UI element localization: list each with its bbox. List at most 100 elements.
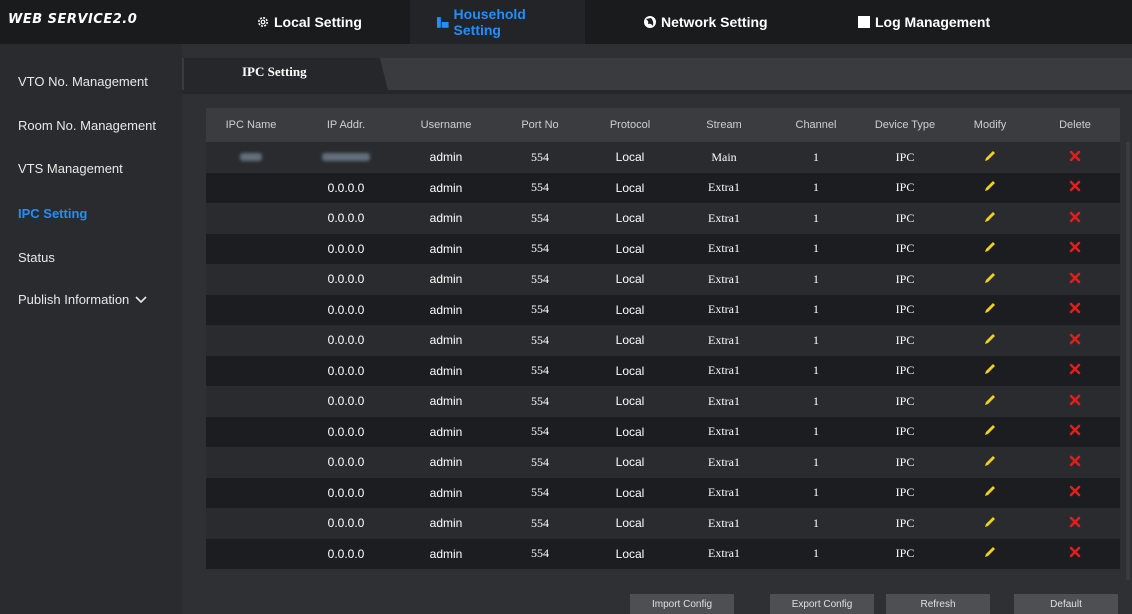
ip-cell: 0.0.0.0 — [327, 333, 365, 348]
column-header: Username — [420, 119, 472, 131]
table-row[interactable]: 0.0.0.0 admin 554 Local Extra1 1 IPC — [206, 508, 1120, 539]
protocol-cell: Local — [615, 302, 645, 317]
ip-cell: 0.0.0.0 — [327, 394, 365, 409]
pencil-icon[interactable] — [983, 179, 997, 193]
delete-x-icon[interactable] — [1068, 179, 1082, 193]
delete-x-icon[interactable] — [1068, 545, 1082, 559]
port-cell: 554 — [531, 393, 549, 408]
refresh-button[interactable]: Refresh — [886, 594, 990, 614]
ip-cell: 0.0.0.0 — [327, 485, 365, 500]
sidebar-item-label: IPC Setting — [18, 206, 88, 221]
column-header: IPC Name — [225, 119, 277, 131]
channel-cell: 1 — [813, 332, 819, 347]
pencil-icon[interactable] — [983, 240, 997, 254]
table-row[interactable]: 0.0.0.0 admin 554 Local Extra1 1 IPC — [206, 325, 1120, 356]
port-cell: 554 — [531, 332, 549, 347]
delete-x-icon[interactable] — [1068, 484, 1082, 498]
ipc-table-container: IPC Name IP Addr. Username Port No Proto… — [206, 108, 1131, 580]
delete-cell — [1030, 295, 1120, 326]
username-cell: admin — [429, 394, 463, 409]
pencil-icon[interactable] — [983, 332, 997, 346]
pencil-icon[interactable] — [983, 149, 997, 163]
sidebar-item-label: VTO No. Management — [18, 74, 148, 89]
table-row[interactable]: 0.0.0.0 admin 554 Local Extra1 1 IPC — [206, 416, 1120, 448]
globe-icon — [644, 16, 656, 28]
channel-cell: 1 — [813, 149, 819, 164]
top-navigation-bar: WEB SERVICE2.0 Local Setting Household S… — [0, 0, 1132, 44]
ipc-name-cell — [206, 356, 296, 387]
delete-x-icon[interactable] — [1068, 240, 1082, 254]
pencil-icon[interactable] — [983, 393, 997, 407]
stream-cell: Extra1 — [708, 271, 740, 286]
redacted-ipc-name — [240, 153, 262, 162]
delete-cell — [1030, 417, 1120, 448]
default-button[interactable]: Default — [1014, 594, 1118, 614]
export-config-button[interactable]: Export Config — [770, 594, 874, 614]
table-row[interactable]: 0.0.0.0 admin 554 Local Extra1 1 IPC — [206, 447, 1120, 478]
import-config-button[interactable]: Import Config — [630, 594, 734, 614]
username-cell: admin — [429, 150, 463, 165]
protocol-cell: Local — [615, 424, 645, 439]
table-row[interactable]: admin 554 Local Main 1 IPC — [206, 142, 1120, 173]
pencil-icon[interactable] — [983, 423, 997, 437]
ipc-name-cell — [206, 447, 296, 478]
username-cell: admin — [429, 211, 463, 226]
sidebar-item-ipc-setting[interactable]: IPC Setting — [18, 206, 87, 221]
ipc-name-cell — [206, 142, 296, 173]
ipc-name-cell — [206, 295, 296, 326]
table-row[interactable]: 0.0.0.0 admin 554 Local Extra1 1 IPC — [206, 203, 1120, 234]
table-row[interactable]: 0.0.0.0 admin 554 Local Extra1 1 IPC — [206, 294, 1120, 326]
delete-x-icon[interactable] — [1068, 332, 1082, 346]
channel-cell: 1 — [813, 485, 819, 500]
delete-x-icon[interactable] — [1068, 271, 1082, 285]
table-row[interactable]: 0.0.0.0 admin 554 Local Extra1 1 IPC — [206, 355, 1120, 387]
type-cell: IPC — [895, 515, 915, 530]
sidebar-item-vto-no-management[interactable]: VTO No. Management — [18, 74, 148, 89]
delete-cell — [1030, 447, 1120, 478]
table-row[interactable]: 0.0.0.0 admin 554 Local Extra1 1 IPC — [206, 233, 1120, 264]
modify-cell — [950, 447, 1030, 478]
column-header: Stream — [706, 119, 742, 131]
pencil-icon[interactable] — [983, 271, 997, 285]
sidebar-item-publish-information[interactable]: Publish Information — [18, 292, 147, 307]
nav-network-setting[interactable]: Network Setting — [643, 0, 768, 44]
delete-x-icon[interactable] — [1068, 423, 1082, 437]
sidebar-item-room-no-management[interactable]: Room No. Management — [18, 118, 156, 133]
pencil-icon[interactable] — [983, 515, 997, 529]
pencil-icon[interactable] — [983, 210, 997, 224]
pencil-icon[interactable] — [983, 545, 997, 559]
table-row[interactable]: 0.0.0.0 admin 554 Local Extra1 1 IPC — [206, 477, 1120, 508]
nav-household-setting[interactable]: Household Setting — [410, 0, 585, 44]
table-row[interactable]: 0.0.0.0 admin 554 Local Extra1 1 IPC — [206, 264, 1120, 295]
type-cell: IPC — [895, 241, 915, 256]
modify-cell — [950, 264, 1030, 295]
column-header: Device Type — [874, 119, 936, 131]
delete-x-icon[interactable] — [1068, 515, 1082, 529]
pencil-icon[interactable] — [983, 454, 997, 468]
pencil-icon[interactable] — [983, 484, 997, 498]
delete-x-icon[interactable] — [1068, 149, 1082, 163]
redacted-ip-address — [322, 153, 370, 162]
delete-cell — [1030, 203, 1120, 234]
tab-ipc-setting[interactable]: IPC Setting — [184, 58, 388, 90]
sidebar-item-status[interactable]: Status — [18, 250, 55, 265]
sidebar-item-vts-management[interactable]: VTS Management — [18, 161, 123, 176]
pencil-icon[interactable] — [983, 301, 997, 315]
table-row[interactable]: 0.0.0.0 admin 554 Local Extra1 1 IPC — [206, 386, 1120, 417]
delete-x-icon[interactable] — [1068, 210, 1082, 224]
port-cell: 554 — [531, 302, 549, 317]
tab-strip: IPC Setting — [182, 58, 1132, 90]
table-scrollbar[interactable] — [1126, 142, 1130, 580]
delete-x-icon[interactable] — [1068, 301, 1082, 315]
delete-x-icon[interactable] — [1068, 454, 1082, 468]
nav-log-management[interactable]: Log Management — [857, 0, 990, 44]
nav-local-setting[interactable]: Local Setting — [256, 0, 362, 44]
table-row[interactable]: 0.0.0.0 admin 554 Local Extra1 1 IPC — [206, 538, 1120, 569]
ip-cell: 0.0.0.0 — [327, 455, 365, 470]
delete-x-icon[interactable] — [1068, 362, 1082, 376]
delete-x-icon[interactable] — [1068, 393, 1082, 407]
table-row[interactable]: 0.0.0.0 admin 554 Local Extra1 1 IPC — [206, 172, 1120, 203]
port-cell: 554 — [531, 424, 549, 439]
pencil-icon[interactable] — [983, 362, 997, 376]
ipc-name-cell — [206, 325, 296, 356]
